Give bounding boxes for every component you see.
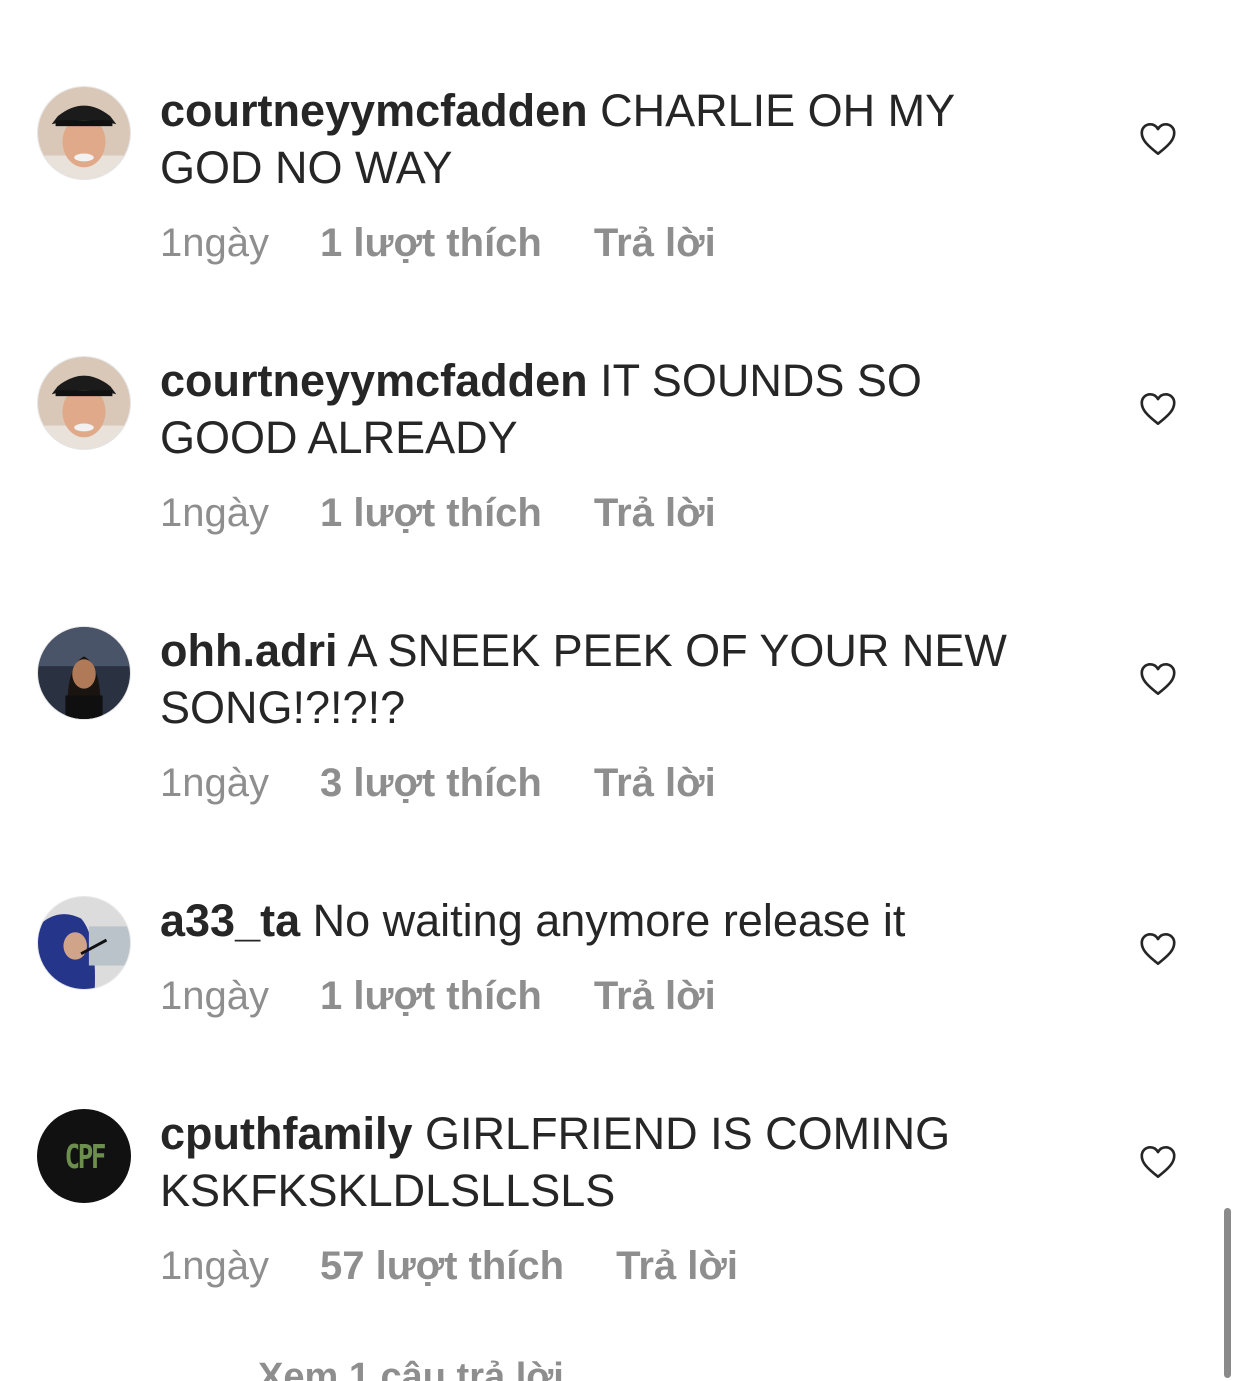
comment-meta: 1ngày 1 lượt thích Trả lời [160, 219, 716, 267]
view-replies-label: Xem 1 câu trả lời [258, 1355, 564, 1381]
avatar[interactable] [37, 356, 131, 450]
reply-button[interactable]: Trả lời [594, 489, 716, 537]
reply-button[interactable]: Trả lời [616, 1242, 738, 1290]
comment-username[interactable]: cputhfamily [160, 1108, 413, 1159]
comment-meta: 1ngày 3 lượt thích Trả lời [160, 759, 716, 807]
comment-likes[interactable]: 3 lượt thích [320, 759, 542, 807]
comment-text: courtneyymcfadden IT SOUNDS SO GOOD ALRE… [160, 352, 1060, 466]
reply-button[interactable]: Trả lời [594, 972, 716, 1020]
comment-text: courtneyymcfadden CHARLIE OH MY GOD NO W… [160, 82, 1060, 196]
comment-likes[interactable]: 1 lượt thích [320, 219, 542, 267]
avatar-photo [38, 357, 130, 449]
view-replies-button[interactable]: Xem 1 câu trả lời [160, 1352, 564, 1381]
avatar[interactable]: CPF [37, 1109, 131, 1203]
avatar-photo [38, 627, 130, 719]
comment-time: 1ngày [160, 1244, 269, 1288]
heart-outline-icon[interactable] [1139, 392, 1177, 426]
comment-text: a33_ta No waiting anymore release it [160, 892, 1060, 949]
avatar-photo [38, 897, 130, 989]
comment-body: No waiting anymore release it [300, 895, 906, 946]
comment-time: 1ngày [160, 221, 269, 265]
comment-likes[interactable]: 1 lượt thích [320, 972, 542, 1020]
comment-meta: 1ngày 1 lượt thích Trả lời [160, 972, 716, 1020]
heart-outline-icon[interactable] [1139, 122, 1177, 156]
comment-username[interactable]: a33_ta [160, 895, 300, 946]
avatar-photo [38, 87, 130, 179]
comment-text: ohh.adri A SNEEK PEEK OF YOUR NEW SONG!?… [160, 622, 1060, 736]
avatar[interactable] [37, 626, 131, 720]
comment-username[interactable]: courtneyymcfadden [160, 85, 588, 136]
comment-likes[interactable]: 57 lượt thích [320, 1242, 564, 1290]
comment-username[interactable]: ohh.adri [160, 625, 338, 676]
comment-username[interactable]: courtneyymcfadden [160, 355, 588, 406]
comment-meta: 1ngày 57 lượt thích Trả lời [160, 1242, 738, 1290]
comment-time: 1ngày [160, 761, 269, 805]
heart-outline-icon[interactable] [1139, 1145, 1177, 1179]
comment-time: 1ngày [160, 974, 269, 1018]
comment-text: cputhfamily GIRLFRIEND IS COMING KSKFKSK… [160, 1105, 1060, 1219]
heart-outline-icon[interactable] [1139, 932, 1177, 966]
scrollbar[interactable] [1224, 1208, 1231, 1378]
avatar-logo-text: CPF [64, 1136, 106, 1176]
avatar[interactable] [37, 896, 131, 990]
reply-button[interactable]: Trả lời [594, 219, 716, 267]
reply-button[interactable]: Trả lời [594, 759, 716, 807]
avatar[interactable] [37, 86, 131, 180]
comment-meta: 1ngày 1 lượt thích Trả lời [160, 489, 716, 537]
heart-outline-icon[interactable] [1139, 662, 1177, 696]
comment-likes[interactable]: 1 lượt thích [320, 489, 542, 537]
comment-time: 1ngày [160, 491, 269, 535]
